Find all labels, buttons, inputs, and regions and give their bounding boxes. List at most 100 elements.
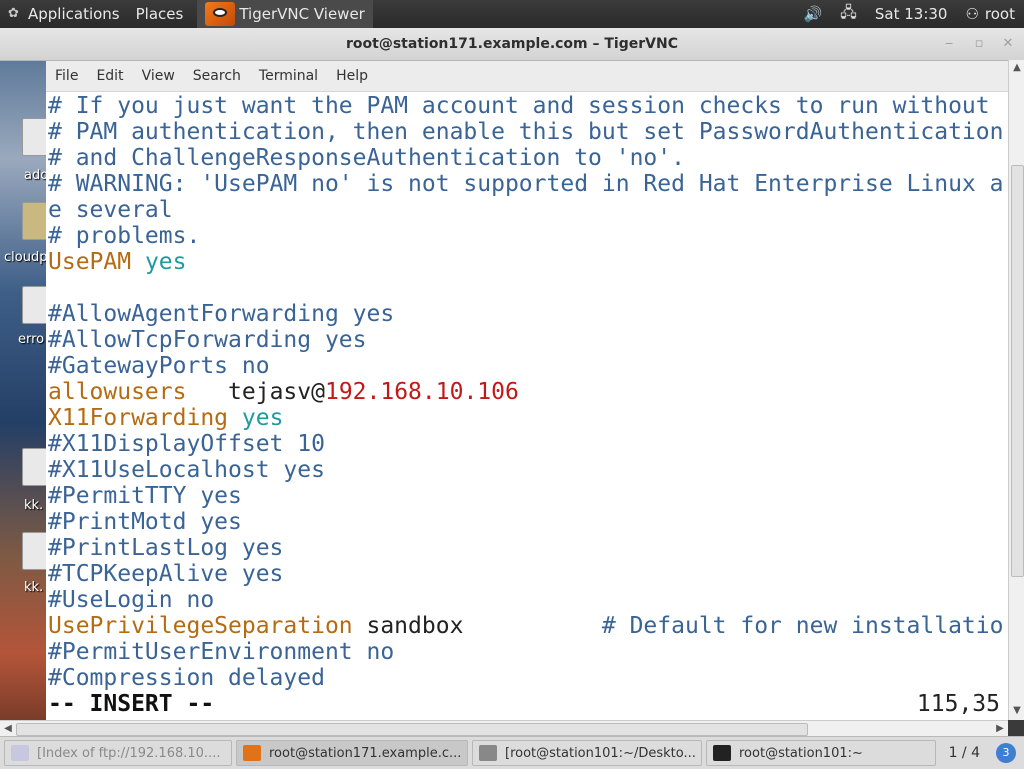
clock[interactable]: Sat 13:30 (866, 0, 957, 28)
scroll-right-icon[interactable]: ▶ (992, 721, 1008, 737)
editor-mode: -- INSERT -- (48, 691, 215, 717)
menu-view[interactable]: View (133, 68, 184, 84)
places-menu[interactable]: Places (128, 0, 192, 28)
editor-token (131, 249, 145, 275)
task-label: root@station101:~ (739, 745, 863, 761)
editor-line: #PrintLastLog yes (48, 535, 1008, 561)
network-icon[interactable]: 🖧 (831, 0, 866, 28)
editor-line: #GatewayPorts no (48, 353, 1008, 379)
editor-token: #PermitUserEnvironment no (48, 639, 395, 665)
terminal-icon (713, 745, 731, 761)
scroll-down-icon[interactable]: ▼ (1009, 703, 1024, 719)
editor-token: UsePrivilegeSeparation (48, 613, 353, 639)
user-menu[interactable]: ⚇ root (956, 0, 1024, 28)
editor-line: e several (48, 197, 1008, 223)
editor-token: # Default for new installatio (601, 613, 1004, 639)
editor-token: yes (241, 405, 284, 431)
editor-line: allowusers tejasv@192.168.10.106 (48, 379, 1008, 405)
user-icon: ⚇ (965, 5, 979, 23)
editor-token: allowusers (48, 379, 187, 405)
editor-token: #UseLogin no (48, 587, 215, 613)
volume-icon[interactable]: 🔊 (794, 0, 831, 28)
editor-token: 192.168.10.106 (324, 379, 519, 405)
editor-token: UsePAM (48, 249, 132, 275)
editor-token: #AllowAgentForwarding yes (48, 301, 395, 327)
editor-line: #X11UseLocalhost yes (48, 457, 1008, 483)
editor-line: #X11DisplayOffset 10 (48, 431, 1008, 457)
editor-token: # PAM authentication, then enable this b… (48, 119, 1004, 145)
editor-line: # problems. (48, 223, 1008, 249)
editor-token: # problems. (48, 223, 201, 249)
editor-token: tejasv@ (186, 379, 325, 405)
task-label: [root@station101:~/Deskto... (505, 745, 696, 761)
editor-token: #X11DisplayOffset 10 (48, 431, 325, 457)
horizontal-scrollbar[interactable]: ◀ ▶ (0, 720, 1008, 737)
top-panel: ✿ Applications Places TigerVNC Viewer 🔊 … (0, 0, 1024, 28)
task-tigervnc[interactable]: root@station171.example.c... (236, 740, 468, 766)
menu-search[interactable]: Search (184, 68, 250, 84)
editor-line: UsePrivilegeSeparation sandbox # Default… (48, 613, 1008, 639)
editor-token: # If you just want the PAM account and s… (48, 93, 990, 119)
editor-token: X11Forwarding (48, 405, 229, 431)
applications-label: Applications (28, 5, 120, 23)
menu-help[interactable]: Help (327, 68, 377, 84)
workspace-indicator: 1 / 4 (948, 745, 980, 761)
scroll-up-icon[interactable]: ▲ (1009, 60, 1024, 76)
browser-icon (11, 745, 29, 761)
editor-token: #Compression delayed (48, 665, 325, 691)
editor-token: #PrintLastLog yes (48, 535, 284, 561)
menu-edit[interactable]: Edit (87, 68, 132, 84)
editor-token: #X11UseLocalhost yes (48, 457, 325, 483)
taskbar: [Index of ftp://192.168.10.... root@stat… (0, 736, 1024, 769)
terminal-icon (479, 745, 497, 761)
editor-line: #AllowTcpForwarding yes (48, 327, 1008, 353)
terminal-menubar: File Edit View Search Terminal Help (46, 61, 1008, 92)
scroll-left-icon[interactable]: ◀ (0, 721, 16, 737)
editor-line: # PAM authentication, then enable this b… (48, 119, 1008, 145)
window-titlebar[interactable]: root@station171.example.com – TigerVNC ‒… (0, 28, 1024, 61)
editor-token: sandbox (352, 613, 602, 639)
terminal-window: File Edit View Search Terminal Help # If… (46, 61, 1008, 726)
editor-line: # If you just want the PAM account and s… (48, 93, 1008, 119)
editor-line: #PermitUserEnvironment no (48, 639, 1008, 665)
minimize-icon[interactable]: ‒ (940, 35, 958, 53)
terminal-text-area[interactable]: # If you just want the PAM account and s… (48, 93, 1008, 725)
editor-line: # WARNING: 'UsePAM no' is not supported … (48, 171, 1008, 197)
editor-line: #UseLogin no (48, 587, 1008, 613)
editor-token: #PrintMotd yes (48, 509, 242, 535)
task-ftp-index[interactable]: [Index of ftp://192.168.10.... (4, 740, 232, 766)
editor-token: e several (48, 197, 173, 223)
editor-token: yes (144, 249, 187, 275)
editor-token: #GatewayPorts no (48, 353, 270, 379)
places-label: Places (135, 5, 184, 23)
editor-line: #AllowAgentForwarding yes (48, 301, 1008, 327)
editor-line: #PermitTTY yes (48, 483, 1008, 509)
workspace-switcher[interactable]: 1 / 4 3 (949, 743, 1024, 763)
active-app-menu[interactable]: TigerVNC Viewer (197, 0, 373, 28)
user-label: root (984, 5, 1015, 23)
notification-badge[interactable]: 3 (996, 743, 1016, 763)
tigervnc-icon (205, 2, 236, 26)
applications-icon: ✿ (8, 6, 19, 21)
editor-token: #TCPKeepAlive yes (48, 561, 284, 587)
tigervnc-icon (243, 745, 261, 761)
applications-menu[interactable]: ✿ Applications (0, 0, 128, 28)
vnc-window: root@station171.example.com – TigerVNC ‒… (0, 28, 1024, 740)
editor-line: #TCPKeepAlive yes (48, 561, 1008, 587)
task-label: [Index of ftp://192.168.10.... (37, 745, 221, 761)
menu-file[interactable]: File (46, 68, 87, 84)
close-icon[interactable]: ✕ (999, 35, 1017, 53)
maximize-icon[interactable]: ▫ (970, 35, 988, 53)
horizontal-scroll-thumb[interactable] (16, 723, 808, 736)
menu-terminal[interactable]: Terminal (250, 68, 327, 84)
task-label: root@station171.example.c... (269, 745, 462, 761)
editor-line: X11Forwarding yes (48, 405, 1008, 431)
vertical-scroll-thumb[interactable] (1011, 165, 1024, 577)
vertical-scrollbar[interactable]: ▲ ▼ (1008, 60, 1024, 720)
task-terminal-desktop[interactable]: [root@station101:~/Deskto... (472, 740, 702, 766)
editor-line: #Compression delayed (48, 665, 1008, 691)
task-terminal-home[interactable]: root@station101:~ (706, 740, 936, 766)
active-app-label: TigerVNC Viewer (239, 5, 365, 23)
editor-token (228, 405, 242, 431)
